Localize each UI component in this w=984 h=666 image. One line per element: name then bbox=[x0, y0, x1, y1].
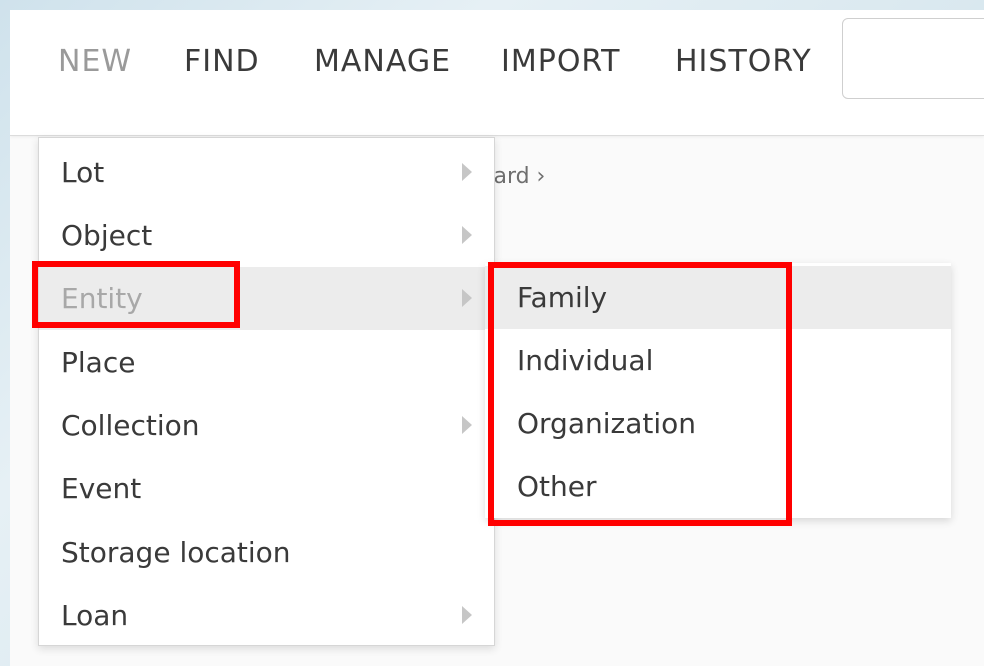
menu-item-lot[interactable]: Lot bbox=[39, 141, 494, 204]
menu-item-place[interactable]: Place bbox=[39, 331, 494, 394]
menu-item-object[interactable]: Object bbox=[39, 204, 494, 267]
nav-find[interactable]: FIND bbox=[184, 44, 260, 80]
chevron-right-icon bbox=[462, 289, 472, 307]
top-nav-bar: NEW FIND MANAGE IMPORT HISTORY bbox=[10, 10, 984, 136]
submenu-item-family[interactable]: Family bbox=[485, 266, 951, 329]
menu-item-label: Lot bbox=[61, 156, 105, 189]
chevron-right-icon bbox=[462, 163, 472, 181]
menu-item-entity[interactable]: Entity bbox=[39, 267, 494, 330]
menu-item-label: Entity bbox=[61, 282, 143, 315]
app-window: NEW FIND MANAGE IMPORT HISTORY oard › Lo… bbox=[10, 10, 984, 666]
new-dropdown-menu: Lot Object Entity Place Collection Event… bbox=[38, 137, 495, 646]
menu-item-label: Event bbox=[61, 472, 142, 505]
nav-manage[interactable]: MANAGE bbox=[314, 44, 451, 80]
menu-item-collection[interactable]: Collection bbox=[39, 394, 494, 457]
menu-item-label: Loan bbox=[61, 599, 129, 632]
submenu-item-individual[interactable]: Individual bbox=[485, 329, 951, 392]
menu-item-loan[interactable]: Loan bbox=[39, 584, 494, 647]
menu-item-storage-location[interactable]: Storage location bbox=[39, 521, 494, 584]
nav-new[interactable]: NEW bbox=[58, 44, 132, 80]
menu-item-label: Place bbox=[61, 346, 136, 379]
search-input[interactable] bbox=[842, 18, 984, 99]
menu-item-event[interactable]: Event bbox=[39, 457, 494, 520]
submenu-item-organization[interactable]: Organization bbox=[485, 392, 951, 455]
menu-item-label: Storage location bbox=[61, 536, 291, 569]
nav-import[interactable]: IMPORT bbox=[501, 44, 620, 80]
submenu-item-other[interactable]: Other bbox=[485, 455, 951, 518]
chevron-right-icon bbox=[462, 606, 472, 624]
menu-item-label: Object bbox=[61, 219, 153, 252]
entity-submenu: Family Individual Organization Other bbox=[485, 263, 951, 518]
menu-item-label: Collection bbox=[61, 409, 200, 442]
chevron-right-icon bbox=[462, 416, 472, 434]
chevron-right-icon bbox=[462, 226, 472, 244]
nav-history[interactable]: HISTORY bbox=[675, 44, 812, 80]
